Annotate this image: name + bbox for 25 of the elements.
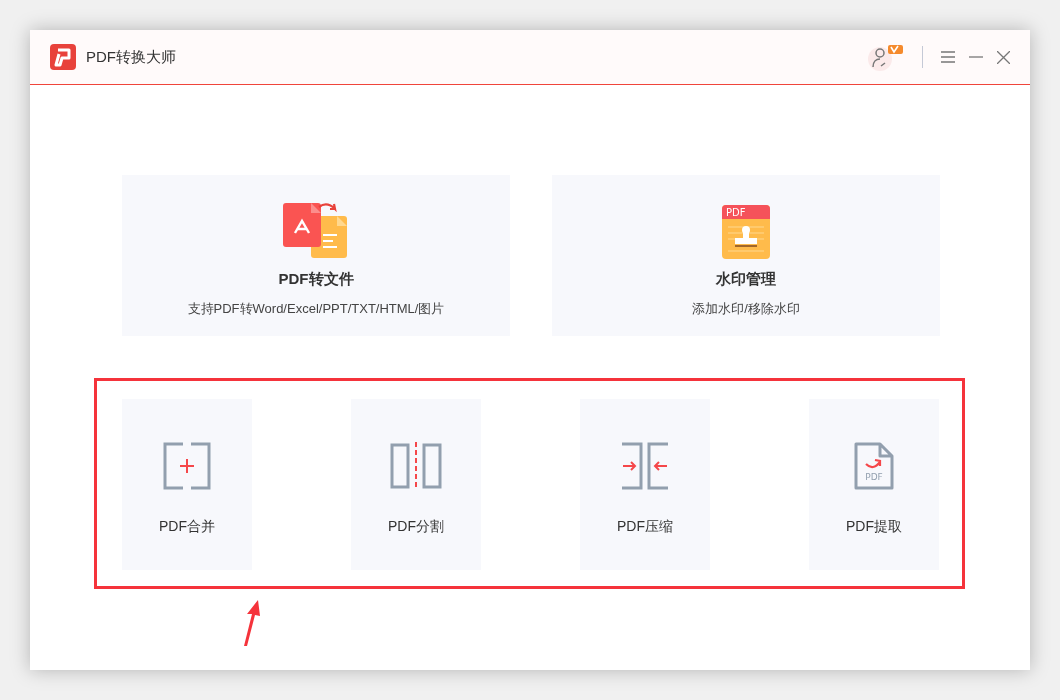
card-subtitle: 支持PDF转Word/Excel/PPT/TXT/HTML/图片: [187, 299, 445, 318]
compress-icon: [622, 442, 668, 490]
split-icon: [390, 442, 442, 490]
user-vip-icon[interactable]: [868, 43, 904, 71]
tool-label: PDF提取: [846, 517, 902, 536]
card-title: 水印管理: [716, 269, 776, 289]
tool-card[interactable]: PDF PDF提取: [809, 399, 939, 570]
card-subtitle: 添加水印/移除水印: [692, 299, 800, 318]
tool-label: PDF分割: [388, 517, 444, 536]
tool-label: PDF压缩: [617, 517, 673, 536]
feature-card[interactable]: PDF转文件 支持PDF转Word/Excel/PPT/TXT/HTML/图片: [122, 175, 510, 336]
menu-icon[interactable]: [941, 51, 955, 63]
pdf-stamp-icon: PDF: [722, 205, 770, 259]
merge-icon: [163, 442, 211, 490]
app-logo-icon: [50, 44, 76, 70]
window-title: PDF转换大师: [86, 46, 176, 67]
tool-label: PDF合并: [159, 517, 215, 536]
pdf-to-document-icon: [283, 201, 349, 259]
tool-card[interactable]: PDF压缩: [580, 399, 710, 570]
tool-card[interactable]: PDF合并: [122, 399, 252, 570]
annotation-arrow: [242, 600, 262, 646]
feature-card[interactable]: PDF 水印管理 添加水印/移除水印: [552, 175, 940, 336]
close-icon[interactable]: [997, 50, 1010, 64]
card-title: PDF转文件: [278, 269, 354, 289]
tool-card[interactable]: PDF分割: [351, 399, 481, 570]
